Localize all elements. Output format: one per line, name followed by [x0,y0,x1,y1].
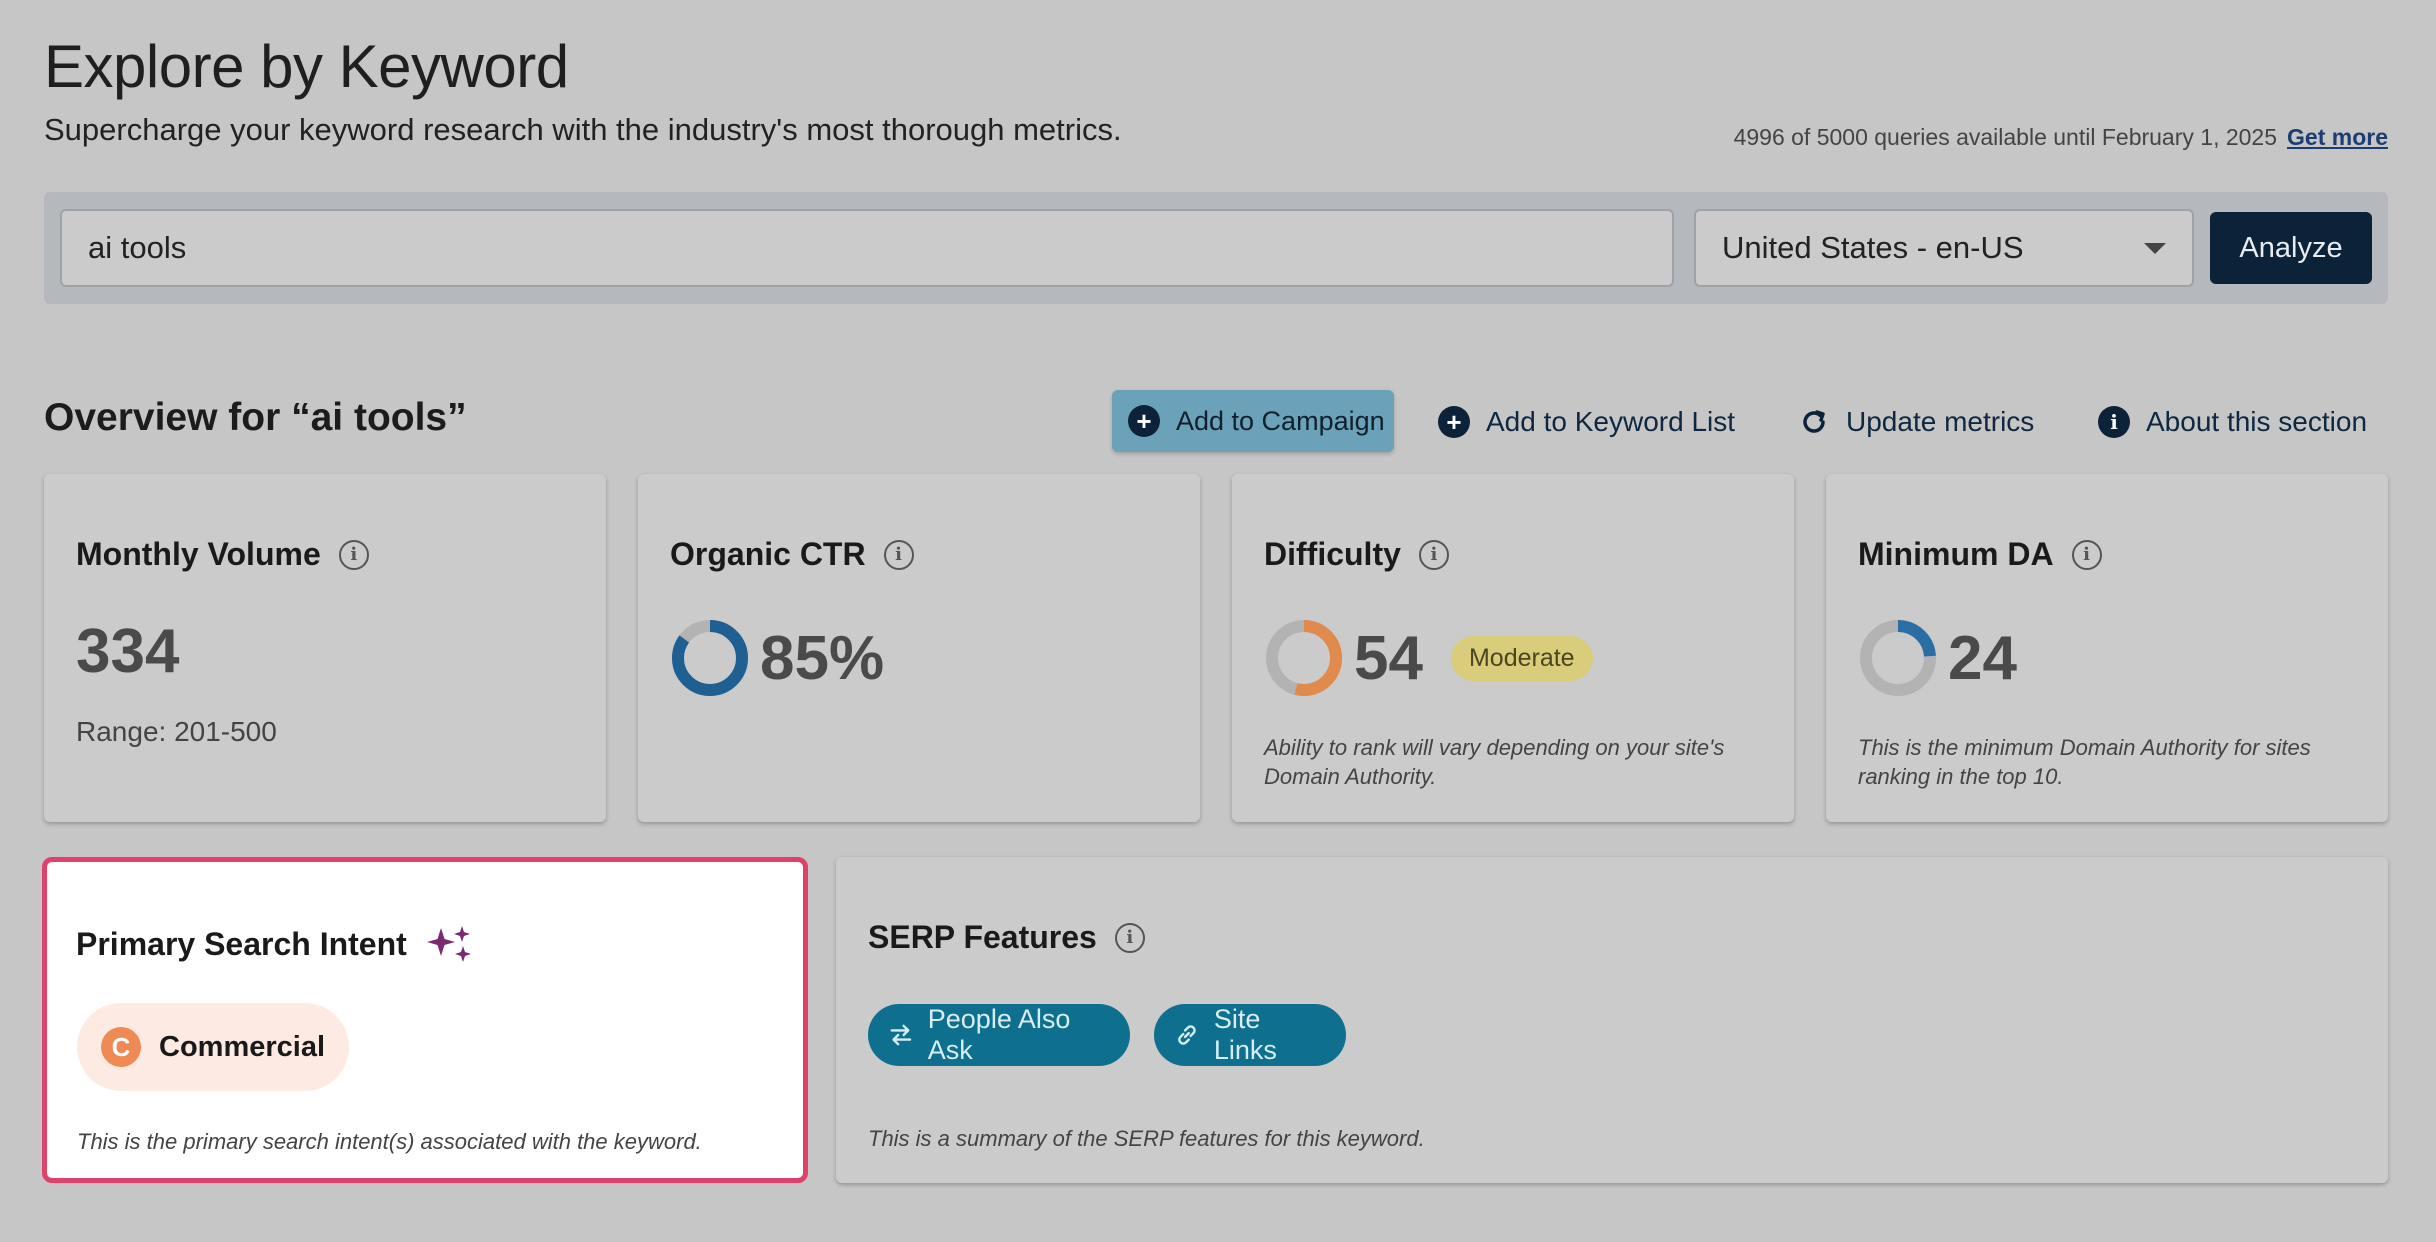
get-more-link[interactable]: Get more [2287,124,2388,151]
serp-feature-people-also-ask[interactable]: People Also Ask [868,1004,1130,1066]
difficulty-ring-icon [1266,620,1342,696]
update-metrics-button[interactable]: Update metrics [1798,398,2034,446]
query-quota: 4996 of 5000 queries available until Feb… [1734,124,2388,151]
swap-arrows-icon [890,1024,912,1046]
difficulty-card: Difficulty i 54 Moderate Ability to rank… [1232,474,1794,822]
organic-ctr-title: Organic CTR i [670,536,914,573]
intent-note: This is the primary search intent(s) ass… [77,1129,702,1154]
page-title: Explore by Keyword [44,33,569,100]
info-icon[interactable]: i [2071,539,2102,570]
info-icon[interactable]: i [1114,922,1145,953]
serp-title: SERP Features i [868,919,1145,956]
add-to-keyword-list-label: Add to Keyword List [1486,406,1736,437]
da-ring-icon [1860,620,1936,696]
serp-feature-site-links[interactable]: Site Links [1154,1004,1346,1066]
difficulty-title: Difficulty i [1264,536,1449,573]
monthly-volume-value: 334 [76,617,180,686]
commercial-c-icon: C [101,1027,141,1067]
monthly-volume-title: Monthly Volume i [76,536,369,573]
refresh-icon [1803,410,1825,433]
organic-ctr-label: Organic CTR [670,536,866,572]
intent-pill-label: Commercial [159,1030,326,1063]
info-icon[interactable]: i [338,539,369,570]
monthly-volume-label: Monthly Volume [76,536,321,572]
keyword-input[interactable]: ai tools [60,209,1674,287]
intent-title-label: Primary Search Intent [76,925,407,962]
commercial-intent-pill: C Commercial [77,1003,350,1091]
info-icon[interactable]: i [883,539,914,570]
ctr-ring-icon [672,620,748,696]
organic-ctr-value: 85% [760,623,885,693]
add-to-campaign-button[interactable]: + Add to Campaign [1112,390,1394,452]
intent-title: Primary Search Intent [76,924,475,964]
minimum-da-label: Minimum DA [1858,536,2054,572]
analyze-button[interactable]: Analyze [2210,212,2372,284]
locale-select[interactable]: United States - en-US [1694,209,2194,287]
minimum-da-note: This is the minimum Domain Authority for… [1858,735,2311,789]
search-bar: ai tools United States - en-US Analyze [44,192,2388,304]
organic-ctr-gauge: 85% [670,618,884,698]
serp-features-card: SERP Features i People Also Ask Site Lin… [836,857,2388,1183]
monthly-volume-card: Monthly Volume i 334 Range: 201-500 [44,474,606,822]
update-metrics-label: Update metrics [1846,406,2035,437]
minimum-da-card: Minimum DA i 24 This is the minimum Doma… [1826,474,2388,822]
plus-circle-icon: + [1128,405,1160,437]
difficulty-gauge: 54 Moderate [1264,618,1593,698]
info-icon[interactable]: i [1418,539,1449,570]
serp-feature-label: Site Links [1213,1004,1277,1065]
about-section-label: About this section [2146,406,2368,437]
locale-value: United States - en-US [1722,230,2024,265]
plus-circle-icon: + [1438,406,1470,438]
difficulty-badge: Moderate [1450,635,1593,681]
minimum-da-value: 24 [1948,623,2017,693]
minimum-da-title: Minimum DA i [1858,536,2102,573]
monthly-volume-range: Range: 201-500 [76,716,277,747]
serp-title-label: SERP Features [868,919,1097,955]
chevron-down-icon [2144,243,2166,254]
link-icon [1178,1025,1196,1045]
organic-ctr-card: Organic CTR i 85% [638,474,1200,822]
add-to-keyword-list-button[interactable]: + Add to Keyword List [1438,398,1735,446]
quota-text: 4996 of 5000 queries available until Feb… [1733,124,2278,150]
add-to-campaign-label: Add to Campaign [1176,405,1385,436]
minimum-da-gauge: 24 [1858,618,2017,698]
overview-title: Overview for “ai tools” [44,396,467,439]
difficulty-value: 54 [1354,623,1423,693]
serp-note: This is a summary of the SERP features f… [868,1126,1425,1151]
serp-feature-label: People Also Ask [927,1004,1071,1065]
info-icon: i [2098,406,2130,438]
difficulty-label: Difficulty [1264,536,1401,572]
sparkles-icon [426,926,471,962]
difficulty-note: Ability to rank will vary depending on y… [1264,735,1725,789]
primary-search-intent-card: Primary Search Intent C Commercial This … [42,857,808,1183]
page-subtitle: Supercharge your keyword research with t… [44,112,1122,147]
about-section-button[interactable]: i About this section [2098,398,2367,446]
